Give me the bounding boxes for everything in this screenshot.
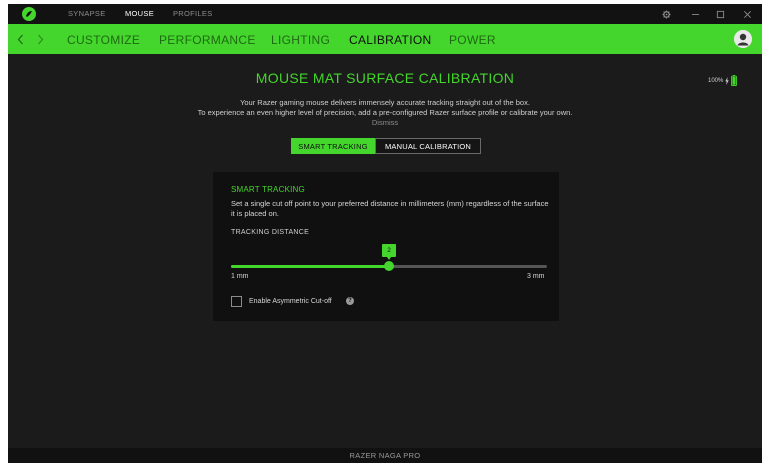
top-tab-profiles[interactable]: PROFILES bbox=[173, 9, 213, 18]
razer-logo-icon[interactable] bbox=[22, 7, 36, 21]
tab-customize[interactable]: CUSTOMIZE bbox=[67, 33, 140, 47]
top-tab-synapse[interactable]: SYNAPSE bbox=[68, 9, 106, 18]
footer-bar: RAZER NAGA PRO bbox=[8, 448, 762, 463]
asymmetric-cutoff-checkbox[interactable] bbox=[231, 296, 242, 307]
battery-icon bbox=[731, 75, 738, 86]
minimize-icon[interactable] bbox=[688, 7, 702, 21]
smart-tracking-button[interactable]: SMART TRACKING bbox=[291, 138, 375, 154]
slider-min-label: 1 mm bbox=[231, 273, 249, 280]
app-window: SYNAPSE MOUSE PROFILES CUSTOMIZE PERFORM… bbox=[8, 4, 762, 463]
title-bar: SYNAPSE MOUSE PROFILES bbox=[8, 4, 762, 24]
slider-thumb[interactable] bbox=[384, 261, 394, 271]
tab-calibration[interactable]: CALIBRATION bbox=[349, 33, 431, 47]
description-line-2: To experience an even higher level of pr… bbox=[197, 108, 573, 117]
slider-max-label: 3 mm bbox=[527, 273, 545, 280]
tab-power[interactable]: POWER bbox=[449, 33, 496, 47]
maximize-icon[interactable] bbox=[713, 7, 727, 21]
nav-bar: CUSTOMIZE PERFORMANCE LIGHTING CALIBRATI… bbox=[8, 24, 762, 54]
smart-tracking-panel: SMART TRACKING Set a single cut off poin… bbox=[213, 172, 559, 321]
top-tab-mouse[interactable]: MOUSE bbox=[125, 9, 154, 18]
user-avatar-icon[interactable] bbox=[734, 30, 752, 48]
description-line-1: Your Razer gaming mouse delivers immense… bbox=[240, 98, 530, 107]
close-icon[interactable] bbox=[740, 7, 754, 21]
panel-description: Set a single cut off point to your prefe… bbox=[231, 199, 549, 218]
tracking-distance-label: TRACKING DISTANCE bbox=[231, 229, 310, 236]
battery-status: 100% bbox=[708, 75, 738, 86]
slider-fill bbox=[231, 265, 389, 268]
asymmetric-cutoff-label: Enable Asymmetric Cut-off bbox=[249, 298, 332, 305]
calibration-content: MOUSE MAT SURFACE CALIBRATION 100% Your … bbox=[8, 54, 762, 448]
device-name: RAZER NAGA PRO bbox=[349, 451, 421, 460]
charging-bolt-icon bbox=[725, 76, 730, 85]
info-icon[interactable]: ? bbox=[346, 297, 354, 305]
tab-performance[interactable]: PERFORMANCE bbox=[159, 33, 256, 47]
tab-lighting[interactable]: LIGHTING bbox=[271, 33, 330, 47]
battery-percentage: 100% bbox=[708, 77, 724, 84]
chevron-left-icon[interactable] bbox=[14, 32, 26, 46]
panel-title: SMART TRACKING bbox=[231, 185, 305, 194]
manual-calibration-button[interactable]: MANUAL CALIBRATION bbox=[375, 138, 481, 154]
page-title: MOUSE MAT SURFACE CALIBRATION bbox=[255, 70, 515, 86]
slider-value-tooltip: 2 bbox=[382, 244, 396, 260]
gear-icon[interactable] bbox=[659, 7, 673, 21]
dismiss-link[interactable]: Dismiss bbox=[8, 118, 762, 127]
calibration-mode-toggle: SMART TRACKING MANUAL CALIBRATION bbox=[291, 138, 481, 154]
chevron-right-icon[interactable] bbox=[34, 32, 46, 46]
